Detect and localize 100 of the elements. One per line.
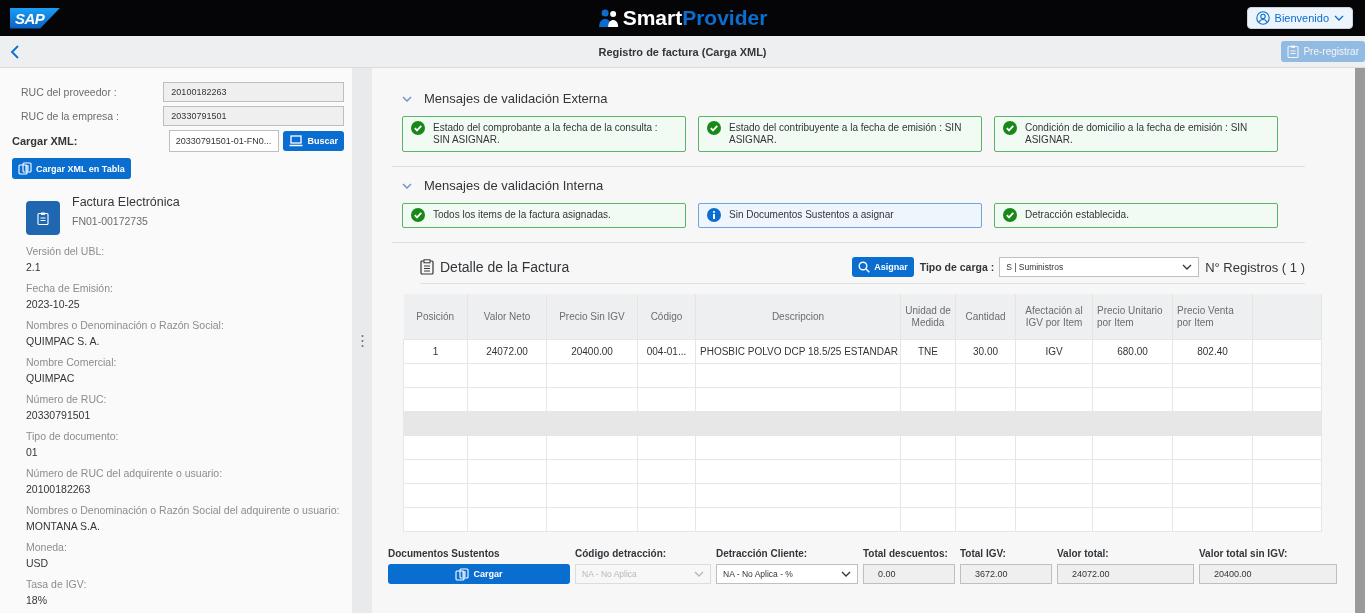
column-header: Descripcion <box>695 294 901 340</box>
record-count: N° Registros ( 1 ) <box>1205 259 1305 275</box>
field-label: Total IGV: <box>960 548 1007 559</box>
detail-label: Nombre Comercial: <box>26 356 118 368</box>
table-cell: 30.00 <box>955 339 1016 364</box>
field-label: Código detracción: <box>575 548 668 559</box>
detail-label: Tipo de documento: <box>26 430 120 442</box>
column-header: Valor Neto <box>467 294 547 340</box>
column-header: Precio Venta por Item <box>1172 294 1253 340</box>
browse-button[interactable]: Buscar <box>283 131 344 151</box>
detail-value: MONTANA S.A. <box>26 520 101 532</box>
field-label: Tipo de carga : <box>919 261 995 273</box>
scrollbar[interactable] <box>1355 68 1365 613</box>
detail-value: QUIMPAC <box>26 372 76 384</box>
table-cell: 1 <box>403 339 468 364</box>
detail-label: Nombres o Denominación o Razón Social: <box>26 319 225 331</box>
column-header: Precio Unitario por Item <box>1092 294 1173 340</box>
input-field[interactable]: 20400.00 <box>1199 564 1337 584</box>
detail-label: Moneda: <box>26 541 68 553</box>
column-header: Cantidad <box>955 294 1016 340</box>
assign-button[interactable]: Asignar <box>852 257 914 277</box>
check-icon <box>1003 121 1017 135</box>
detail-label: Nombres o Denominación o Razón Social del adquirente o usuario: <box>26 504 341 516</box>
detail-label: Número de RUC: <box>26 393 108 405</box>
chevron-down-icon <box>1182 262 1193 272</box>
back-button[interactable] <box>8 42 22 61</box>
resize-handle[interactable] <box>360 333 364 348</box>
load-type-dropdown[interactable]: S | Suministros <box>999 257 1200 277</box>
column-header: Posición <box>403 294 468 340</box>
detail-label: Tasa de IGV: <box>26 578 88 590</box>
table-cell: 24072.00 <box>467 339 547 364</box>
document-icon <box>1287 45 1300 58</box>
page-title: Registro de factura (Carga XML) <box>598 45 767 58</box>
column-header: Código <box>637 294 696 340</box>
user-icon <box>1255 11 1270 25</box>
message-text: Detracción establecida. <box>1025 209 1129 221</box>
detail-label: Versión del UBL: <box>26 245 106 257</box>
field-label: Valor total: <box>1057 548 1110 559</box>
detail-label: Número de RUC del adquirente o usuario: <box>26 467 224 479</box>
check-icon <box>707 121 721 135</box>
check-icon <box>411 121 425 135</box>
input-field[interactable]: 24072.00 <box>1057 564 1194 584</box>
detail-value: 18% <box>26 594 48 606</box>
input-field[interactable]: 3672.00 <box>960 564 1052 584</box>
message-text: Sin Documentos Sustentos a asignar <box>729 209 894 221</box>
section-title: Mensajes de validación Externa <box>424 91 608 106</box>
search-icon <box>858 261 871 273</box>
document-icon <box>26 201 60 235</box>
table-cell: IGV <box>1015 339 1093 364</box>
message-text: Estado del comprobante a la fecha de la consulta : SIN ASIGNAR. <box>433 122 659 146</box>
brand-name: SmartProvider <box>622 6 768 30</box>
input-field[interactable]: 0.00 <box>863 564 955 584</box>
message-text: Condición de domicilio a la fecha de emisión : SIN ASIGNAR. <box>1025 122 1249 146</box>
chevron-down-icon <box>1334 13 1344 23</box>
file-field[interactable]: 20330791501-01-FN0... <box>168 130 280 152</box>
field-label: Valor total sin IGV: <box>1199 548 1289 559</box>
table-cell: 004-01... <box>637 339 696 364</box>
check-icon <box>1003 208 1017 222</box>
detail-value: 20330791501 <box>26 409 92 421</box>
field-label: Total descuentos: <box>863 548 949 559</box>
field-label: RUC del proveedor : <box>20 86 118 98</box>
detail-value: QUIMPAC S. A. <box>26 335 101 347</box>
table-cell: PHOSBIC POLVO DCP 18.5/25 ESTANDAR <box>695 339 901 364</box>
field-label: Cargar XML: <box>12 135 79 147</box>
field-label: RUC de la empresa : <box>20 110 121 122</box>
detail-value: 20100182263 <box>26 483 92 495</box>
document-number: FN01-00172735 <box>72 215 149 227</box>
dropdown[interactable]: NA - No Aplica - % <box>716 564 858 584</box>
section-title: Mensajes de validación Interna <box>424 178 604 193</box>
load-xml-button[interactable]: Cargar XML en Tabla <box>12 158 131 179</box>
document-title: Factura Electrónica <box>72 195 180 209</box>
document-icon <box>455 567 470 581</box>
chevron-down-icon <box>841 569 851 579</box>
message-text: Todos los items de la factura asignadas. <box>433 209 611 221</box>
detail-value: 2.1 <box>26 261 42 273</box>
column-header: Unidad de Medida <box>900 294 956 340</box>
chevron-down-icon <box>694 569 704 579</box>
table-cell: 20400.00 <box>546 339 638 364</box>
message-text: Estado del contribuyente a la fecha de emisión : SIN ASIGNAR. <box>729 122 963 146</box>
check-icon <box>411 208 425 222</box>
field-label: Detracción Cliente: <box>716 548 809 559</box>
clipboard-icon <box>420 259 434 275</box>
laptop-icon <box>289 135 304 147</box>
column-header: Afectación al IGV por Item <box>1015 294 1093 340</box>
detail-label: Fecha de Emisión: <box>26 282 114 294</box>
table-icon <box>18 162 32 175</box>
column-header: Precio Sin IGV <box>546 294 638 340</box>
info-icon <box>707 208 721 222</box>
detail-value: 01 <box>26 446 39 458</box>
input-field[interactable]: 20330791501 <box>163 106 344 126</box>
table-cell: 680.00 <box>1092 339 1173 364</box>
back-icon <box>10 44 20 59</box>
table-cell: TNE <box>900 339 956 364</box>
people-icon <box>597 8 620 28</box>
table-cell: 802.40 <box>1172 339 1253 364</box>
section-title: Detalle de la Factura <box>440 259 570 275</box>
input-field[interactable]: 20100182263 <box>163 82 344 102</box>
user-menu-button[interactable]: Bienvenido <box>1246 7 1353 29</box>
upload-button[interactable]: Cargar <box>388 564 570 584</box>
field-label: Documentos Sustentos <box>388 548 501 559</box>
